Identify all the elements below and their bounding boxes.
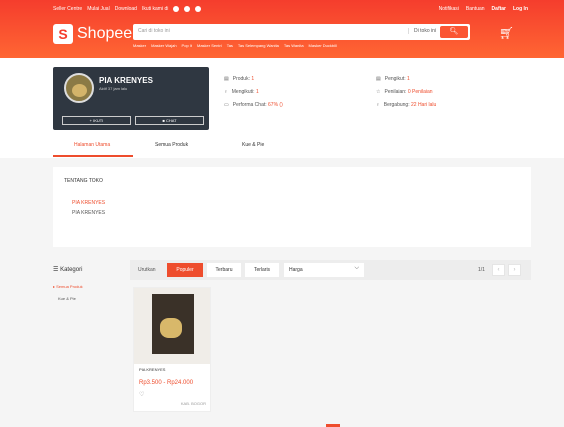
- hint-link[interactable]: Tas: [227, 43, 233, 48]
- about-title: TENTANG TOKO: [64, 178, 103, 184]
- product-price: Rp3.500 - Rp24.000: [139, 380, 194, 386]
- stat-rating: ☆ Penilaian: 0 Penilaian: [376, 89, 433, 95]
- price-sort-select[interactable]: Harga ⌵: [284, 263, 364, 277]
- stat-chat-performance: ▭ Performa Chat: 67% (): [224, 102, 283, 108]
- product-name[interactable]: PIA KRENYES: [139, 367, 165, 372]
- hint-link[interactable]: Masker Wajah: [151, 43, 176, 48]
- search-hints: Masker Masker Wajah Pop It Masker Sentri…: [133, 43, 337, 48]
- logo-text: Shopee: [77, 25, 133, 42]
- shop-active-status: Aktif 37 jam lalu: [99, 86, 128, 91]
- hint-link[interactable]: Masker Duckbill: [309, 43, 337, 48]
- category-item-cakes[interactable]: Kue & Pie: [58, 296, 76, 301]
- sort-bestselling-button[interactable]: Terlaris: [245, 263, 279, 277]
- sort-bar: Urutkan Populer Terbaru Terlaris Harga ⌵…: [130, 260, 531, 280]
- shop-tabs: Halaman Utama Semua Produk Kue & Pie: [0, 135, 564, 157]
- category-item-all[interactable]: ▸ Semua Produk: [53, 284, 83, 289]
- active-tab-indicator: [53, 155, 133, 157]
- about-text-line: PIA KRENYES: [72, 210, 106, 216]
- search-bar[interactable]: Cari di toko ini Di toko ini 🔍︎: [133, 24, 470, 40]
- login-link[interactable]: Log In: [513, 6, 528, 12]
- about-text-line: PIA KRENYES: [72, 200, 106, 206]
- heart-icon[interactable]: ♡: [139, 391, 144, 398]
- shopee-bag-icon: S: [53, 24, 73, 44]
- follow-us-label: Ikuti kami di: [141, 6, 169, 12]
- product-image[interactable]: [134, 288, 210, 364]
- hint-link[interactable]: Tas Wanita: [284, 43, 304, 48]
- chevron-down-icon: ⌵: [354, 265, 359, 271]
- search-button[interactable]: 🔍︎: [440, 26, 468, 38]
- start-selling-link[interactable]: Mulai Jual: [87, 6, 110, 12]
- hint-link[interactable]: Masker Sentri: [197, 43, 222, 48]
- stat-products: ▤ Produk: 1: [224, 76, 255, 82]
- about-shop-panel: TENTANG TOKO PIA KRENYES PIA KRENYES: [53, 167, 531, 247]
- stat-joined: ♀ Bergabung: 22 Hari lalu: [376, 102, 437, 108]
- shop-name: PIA KRENYES: [99, 76, 153, 85]
- shop-avatar: [64, 73, 94, 103]
- help-link[interactable]: Bantuan: [466, 6, 485, 12]
- joined-icon: ♀: [376, 102, 380, 108]
- shopee-logo[interactable]: S Shopee: [53, 24, 132, 44]
- tab-home[interactable]: Halaman Utama: [74, 142, 110, 148]
- stat-followers: ▤ Pengikut: 1: [376, 76, 410, 82]
- site-header: Seller Centre Mulai Jual Download Ikuti …: [0, 0, 564, 58]
- shop-card: PIA KRENYES Aktif 37 jam lalu + IKUTI ■ …: [53, 67, 209, 130]
- hint-link[interactable]: Masker: [133, 43, 146, 48]
- top-bar: Seller Centre Mulai Jual Download Ikuti …: [53, 5, 528, 15]
- sort-label: Urutkan: [138, 267, 156, 273]
- tab-all-products[interactable]: Semua Produk: [155, 142, 188, 148]
- search-scope-dropdown[interactable]: Di toko ini: [408, 28, 436, 34]
- tab-cakes-pies[interactable]: Kue & Pie: [242, 142, 264, 148]
- followers-icon: ▤: [376, 76, 381, 82]
- sort-newest-button[interactable]: Terbaru: [207, 263, 241, 277]
- seller-centre-link[interactable]: Seller Centre: [53, 6, 82, 12]
- download-link[interactable]: Download: [115, 6, 137, 12]
- store-icon: ▤: [224, 76, 229, 82]
- facebook-icon[interactable]: [173, 6, 180, 12]
- line-icon[interactable]: [195, 6, 202, 12]
- product-location: KAB. BOGOR: [180, 401, 206, 406]
- star-icon: ☆: [376, 89, 381, 95]
- next-page-button[interactable]: ›: [508, 264, 521, 276]
- list-icon: ☰: [53, 267, 59, 273]
- hint-link[interactable]: Tas Selempang Wanita: [238, 43, 279, 48]
- product-card[interactable]: PIA KRENYES Rp3.500 - Rp24.000 ♡ KAB. BO…: [133, 287, 211, 412]
- user-icon: ♀: [224, 89, 228, 95]
- follow-button[interactable]: + IKUTI: [62, 116, 131, 125]
- chat-button[interactable]: ■ CHAT: [135, 116, 204, 125]
- category-heading: ☰ Kategori: [53, 267, 83, 273]
- page-indicator: 1/1: [478, 267, 485, 273]
- cart-icon[interactable]: 🛒︎: [499, 26, 514, 40]
- search-input[interactable]: Cari di toko ini: [138, 28, 170, 34]
- prev-page-button[interactable]: ‹: [492, 264, 505, 276]
- notification-link[interactable]: Notifikasi: [439, 6, 459, 12]
- register-link[interactable]: Daftar: [492, 6, 506, 12]
- chat-icon: ▭: [224, 102, 229, 108]
- hint-link[interactable]: Pop It: [182, 43, 192, 48]
- instagram-icon[interactable]: [184, 6, 191, 12]
- sort-popular-button[interactable]: Populer: [167, 263, 203, 277]
- stat-following: ♀ Mengikuti: 1: [224, 89, 259, 95]
